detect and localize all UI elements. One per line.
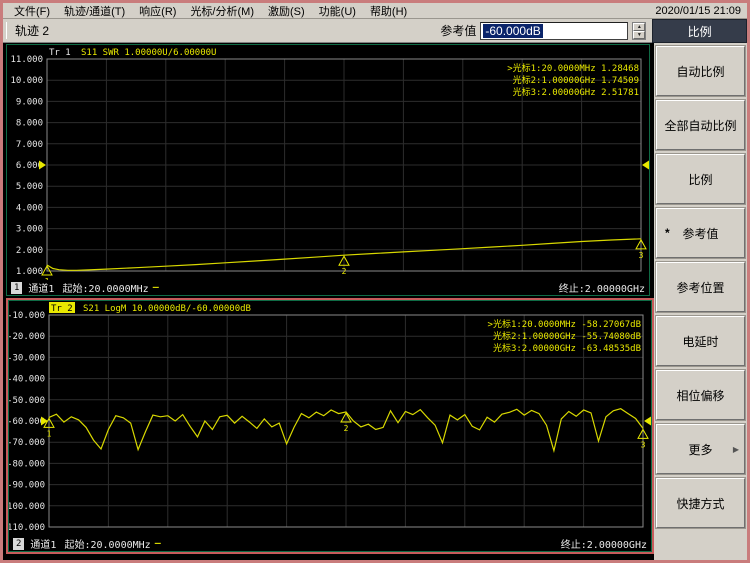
channel1-status-bar: 1 通道1 起始:20.0000MHz — 终止:2.00000GHz bbox=[7, 280, 649, 295]
marker-readout-3: 光标3:2.00000GHz 2.51781 bbox=[513, 86, 639, 98]
softkey-buttons: 自动比例 全部自动比例 比例 * 参考值 参考位置 电延时 相位偏移 更多 ▶ 快捷… bbox=[654, 43, 747, 560]
btn-auto-scale-all[interactable]: 全部自动比例 bbox=[655, 99, 746, 151]
channel2-window-active: -10.000 -20.000 -30.000 -40.000 -50.000 -60.0… bbox=[6, 298, 654, 554]
btn-shortcut[interactable]: 快捷方式 bbox=[655, 477, 746, 529]
reference-value-spinner: ▲ ▼ bbox=[632, 21, 647, 40]
channel1-label: 通道1 bbox=[28, 284, 55, 295]
marker-2-number: 2 bbox=[342, 267, 347, 276]
y-axis-tick-label: 2.000 bbox=[16, 246, 43, 256]
y-axis-tick-label: 10.000 bbox=[10, 76, 43, 86]
y-axis-tick-label: -20.000 bbox=[9, 332, 45, 342]
main-area: 11.000 10.000 9.000 8.000 7.000 6.000 5.000 4.0… bbox=[3, 43, 747, 560]
y-axis-tick-label: 1.000 bbox=[16, 267, 43, 277]
y-axis-tick-label: 9.000 bbox=[16, 97, 43, 107]
btn-electrical-delay[interactable]: 电延时 bbox=[655, 315, 746, 367]
menu-item-stimulus[interactable]: 激励(S) bbox=[261, 3, 312, 19]
menu-bar: 文件(F) 轨迹/通道(T) 响应(R) 光标/分析(M) 激励(S) 功能(U… bbox=[3, 3, 747, 19]
channel2-badge: 2 bbox=[13, 537, 25, 550]
active-trace-label: 轨迹 2 bbox=[6, 22, 57, 39]
y-axis-tick-label: -10.000 bbox=[9, 311, 45, 321]
btn-reference-value[interactable]: * 参考值 bbox=[655, 207, 746, 259]
y-axis-tick-label: 7.000 bbox=[16, 140, 43, 150]
asterisk-marker: * bbox=[665, 226, 670, 240]
softkey-sidebar: 自动比例 全部自动比例 比例 * 参考值 参考位置 电延时 相位偏移 更多 ▶ 快捷… bbox=[654, 43, 747, 560]
menu-item-help[interactable]: 帮助(H) bbox=[363, 3, 414, 19]
marker-readout-2: 光标2:1.00000GHz -55.74080dB bbox=[493, 330, 641, 342]
btn-auto-scale[interactable]: 自动比例 bbox=[655, 45, 746, 97]
channel2-stop-frequency: 终止:2.00000GHz bbox=[560, 540, 647, 551]
s11-swr-chart[interactable]: 11.000 10.000 9.000 8.000 7.000 6.000 5.000 4.0… bbox=[7, 45, 649, 280]
btn-phase-offset[interactable]: 相位偏移 bbox=[655, 369, 746, 421]
trace1-color-dash-icon: — bbox=[152, 282, 159, 293]
menu-item-marker-analysis[interactable]: 光标/分析(M) bbox=[183, 3, 261, 19]
reference-level-arrow-right[interactable] bbox=[642, 160, 649, 170]
channel2-start-frequency: 起始:20.0000MHz bbox=[64, 540, 151, 551]
reference-value-label: 参考值 bbox=[440, 24, 477, 38]
y-axis-tick-label: -50.000 bbox=[9, 396, 45, 406]
reference-value-group: 参考值 -60.000dB ▲ ▼ bbox=[440, 21, 652, 40]
marker-1-number: 1 bbox=[47, 429, 52, 438]
spinner-up-icon[interactable]: ▲ bbox=[633, 22, 646, 31]
datetime-display: 2020/01/15 21:09 bbox=[655, 4, 741, 17]
marker-3-number: 3 bbox=[641, 440, 646, 449]
menu-item-response[interactable]: 响应(R) bbox=[132, 3, 183, 19]
toolbar-row: 轨迹 2 参考值 -60.000dB ▲ ▼ 比例 bbox=[3, 19, 747, 43]
vna-application-window: 文件(F) 轨迹/通道(T) 响应(R) 光标/分析(M) 激励(S) 功能(U… bbox=[0, 0, 750, 563]
y-axis-tick-label: 5.000 bbox=[16, 182, 43, 192]
y-axis-tick-label: -60.000 bbox=[9, 417, 45, 427]
btn-scale[interactable]: 比例 bbox=[655, 153, 746, 205]
menu-item-trace-channel[interactable]: 轨迹/通道(T) bbox=[57, 3, 132, 19]
y-axis-tick-label: 6.000 bbox=[16, 161, 43, 171]
marker-readout-3: 光标3:2.00000GHz -63.48535dB bbox=[493, 342, 641, 354]
channel1-start-frequency: 起始:20.0000MHz bbox=[62, 284, 149, 295]
y-axis-tick-label: 3.000 bbox=[16, 225, 43, 235]
trace-format-title: S11 SWR 1.00000U/6.00000U bbox=[81, 48, 216, 58]
channel1-stop-frequency: 终止:2.00000GHz bbox=[558, 284, 645, 295]
trace2-color-dash-icon: — bbox=[154, 538, 161, 549]
trace-format-title: S21 LogM 10.00000dB/-60.00000dB bbox=[83, 304, 251, 314]
softkey-menu-title: 比例 bbox=[652, 19, 747, 43]
marker-readout-1: >光标1:20.0000MHz -58.27067dB bbox=[488, 318, 641, 330]
y-axis-tick-label: -30.000 bbox=[9, 353, 45, 363]
btn-more[interactable]: 更多 ▶ bbox=[655, 423, 746, 475]
channel1-badge: 1 bbox=[11, 281, 23, 294]
marker-2-number: 2 bbox=[344, 424, 349, 433]
menu-item-file[interactable]: 文件(F) bbox=[7, 3, 57, 19]
entry-toolbar: 轨迹 2 参考值 -60.000dB ▲ ▼ bbox=[3, 19, 653, 43]
y-axis-tick-label: -40.000 bbox=[9, 375, 45, 385]
channel2-label: 通道1 bbox=[30, 540, 57, 551]
trace-name[interactable]: Tr 2 bbox=[51, 304, 73, 314]
y-axis-tick-label: -80.000 bbox=[9, 459, 45, 469]
reference-value-selected-text: -60.000dB bbox=[483, 23, 543, 38]
y-axis-tick-label: -110.000 bbox=[9, 523, 45, 533]
marker-readout-1: >光标1:20.0000MHz 1.28468 bbox=[507, 62, 639, 74]
menu-item-utility[interactable]: 功能(U) bbox=[312, 3, 363, 19]
charts-column: 11.000 10.000 9.000 8.000 7.000 6.000 5.000 4.0… bbox=[3, 43, 654, 560]
y-axis-tick-label: -70.000 bbox=[9, 438, 45, 448]
reference-value-input[interactable]: -60.000dB bbox=[480, 21, 629, 40]
reference-level-arrow-right[interactable] bbox=[644, 416, 651, 426]
btn-reference-position[interactable]: 参考位置 bbox=[655, 261, 746, 313]
channel1-window: 11.000 10.000 9.000 8.000 7.000 6.000 5.000 4.0… bbox=[6, 44, 650, 296]
channel2-status-bar: 2 通道1 起始:20.0000MHz — 终止:2.00000GHz bbox=[9, 536, 651, 551]
s21-logm-chart[interactable]: -10.000 -20.000 -30.000 -40.000 -50.000 -60.0… bbox=[9, 301, 651, 536]
trace-name[interactable]: Tr 1 bbox=[49, 48, 71, 58]
marker-3-number: 3 bbox=[639, 251, 644, 260]
y-axis-tick-label: -100.000 bbox=[9, 502, 45, 512]
marker-readout-2: 光标2:1.00000GHz 1.74509 bbox=[513, 74, 639, 86]
y-axis-tick-label: -90.000 bbox=[9, 481, 45, 491]
y-axis-tick-label: 8.000 bbox=[16, 119, 43, 129]
y-axis-tick-label: 11.000 bbox=[10, 55, 43, 65]
spinner-down-icon[interactable]: ▼ bbox=[633, 30, 646, 39]
y-axis-tick-label: 4.000 bbox=[16, 203, 43, 213]
submenu-arrow-icon: ▶ bbox=[732, 444, 739, 454]
